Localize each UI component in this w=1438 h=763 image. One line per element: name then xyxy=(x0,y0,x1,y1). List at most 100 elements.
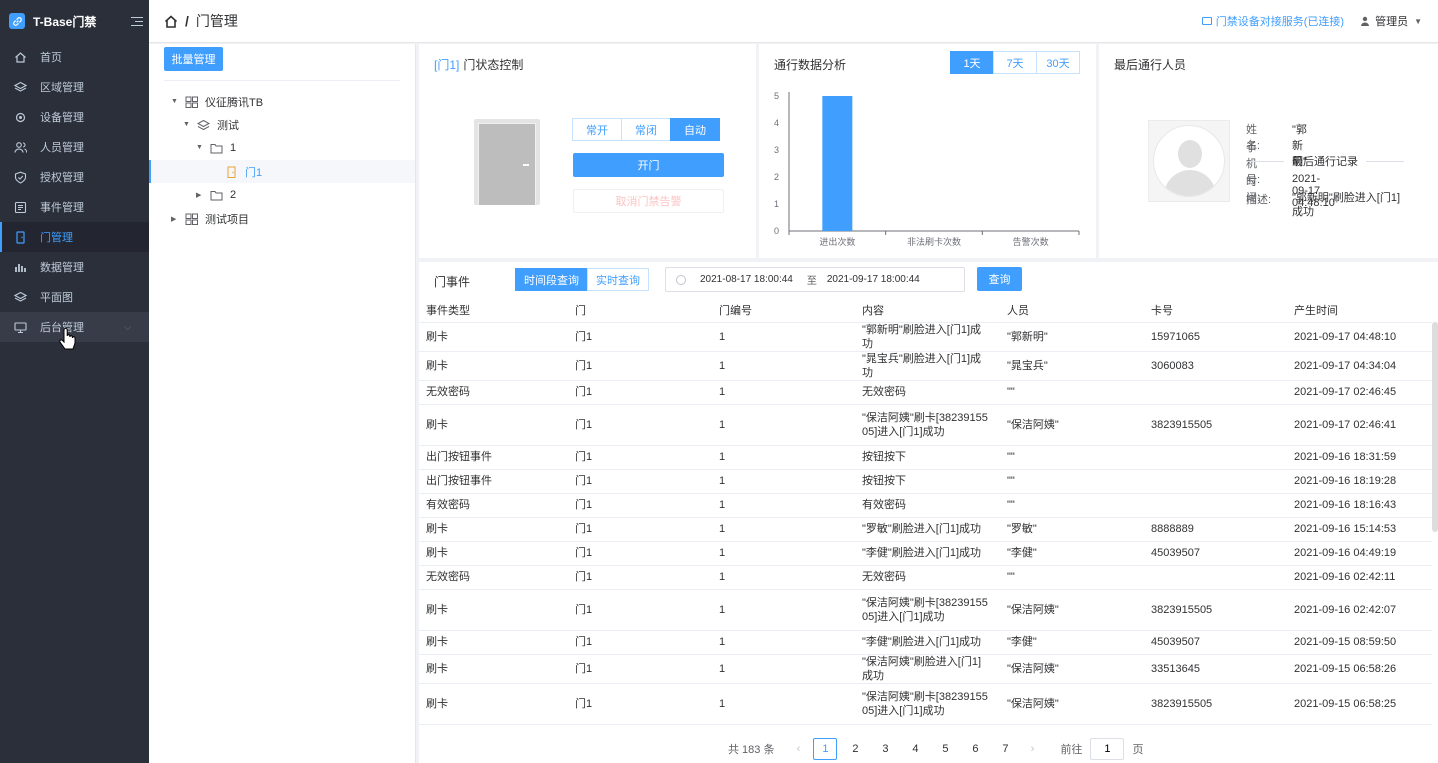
table-row[interactable]: 刷卡 门1 1 "保洁阿姨"刷脸进入[门1]成功 "保洁阿姨" 33513645 2021-… xyxy=(419,654,1432,684)
query-mode-button-0[interactable]: 时间段查询 xyxy=(515,268,588,291)
sidebar-item-7[interactable]: 数据管理 xyxy=(0,252,149,282)
door-mode-button-0[interactable]: 常开 xyxy=(572,118,622,141)
table-cell: 45039507 xyxy=(1144,541,1287,566)
tree-node-1[interactable]: ▼ 测试 xyxy=(149,113,415,136)
tree-node-5[interactable]: ▶ 测试项目 xyxy=(149,207,415,230)
table-cell: 3060083 xyxy=(1144,351,1287,381)
cell-text: 2021-09-16 02:42:07 xyxy=(1294,603,1397,616)
cell-text: 3060083 xyxy=(1151,359,1194,372)
table-cell: "保洁阿姨"刷卡[3823915505]进入[门1]成功 xyxy=(855,589,1000,631)
table-cell: 2021-09-15 08:59:50 xyxy=(1287,630,1432,655)
traffic-bar-chart: 0 1 2 3 4 5 进出次数 非法刷卡次数 告警次数 xyxy=(774,91,1080,247)
page-button-3[interactable]: 3 xyxy=(873,738,897,760)
column-header: 内容 xyxy=(855,299,1000,323)
door-tag: [门1] xyxy=(434,58,460,72)
cell-text: 2021-09-15 06:58:25 xyxy=(1294,697,1397,710)
user-menu[interactable]: 管理员 ▼ xyxy=(1360,13,1422,29)
caret-down-icon[interactable]: ▼ xyxy=(171,98,179,105)
total-count: 共 183 条 xyxy=(728,744,775,756)
sidebar-item-1[interactable]: 区域管理 xyxy=(0,72,149,102)
goto-page: 前往 页 xyxy=(1060,738,1143,760)
page-button-2[interactable]: 2 xyxy=(843,738,867,760)
tree-node-4[interactable]: ▶ 2 xyxy=(149,183,415,206)
table-scrollbar[interactable] xyxy=(1432,322,1438,532)
tree-node-3[interactable]: 门1 xyxy=(149,160,415,183)
table-cell: 无效密码 xyxy=(855,380,1000,405)
sidebar-item-8[interactable]: 平面图 xyxy=(0,282,149,312)
page-button-1[interactable]: 1 xyxy=(813,738,838,760)
menu-toggle-icon[interactable] xyxy=(131,16,143,26)
door-control-title: [门1] 门状态控制 xyxy=(434,56,523,73)
door-mode-button-2[interactable]: 自动 xyxy=(670,118,720,141)
table-row[interactable]: 无效密码 门1 1 无效密码 "" 2021-09-17 02:46:45 xyxy=(419,380,1432,405)
table-cell: 33513645 xyxy=(1144,654,1287,684)
table-row[interactable]: 有效密码 门1 1 有效密码 "" 2021-09-16 18:16:43 xyxy=(419,493,1432,518)
sidebar-item-0[interactable]: 首页 xyxy=(0,42,149,72)
cell-text: 33513645 xyxy=(1151,662,1200,675)
range-button-1[interactable]: 7天 xyxy=(993,51,1037,74)
table-cell: 门1 xyxy=(568,565,712,590)
table-cell: 1 xyxy=(712,469,855,494)
folder-icon xyxy=(210,142,223,154)
door-mode-button-1[interactable]: 常闭 xyxy=(621,118,671,141)
events-title: 门事件 xyxy=(434,275,471,289)
range-button-0[interactable]: 1天 xyxy=(950,51,994,74)
cell-text: 门1 xyxy=(575,571,593,583)
table-cell: 1 xyxy=(712,683,855,725)
table-cell: 1 xyxy=(712,404,855,446)
service-status[interactable]: 门禁设备对接服务(已连接) xyxy=(1201,13,1344,29)
batch-manage-button[interactable]: 批量管理 xyxy=(164,47,223,71)
table-cell: 1 xyxy=(712,517,855,542)
caret-down-icon[interactable]: ▼ xyxy=(183,121,191,128)
table-row[interactable]: 刷卡 门1 1 "保洁阿姨"刷卡[3823915505]进入[门1]成功 "保洁阿姨" 3… xyxy=(419,683,1432,725)
goto-page-input[interactable] xyxy=(1090,738,1125,760)
cell-text: 1 xyxy=(719,662,726,675)
table-row[interactable]: 刷卡 门1 1 "保洁阿姨"刷卡[3823915505]进入[门1]成功 "保洁阿姨" 3… xyxy=(419,404,1432,446)
table-cell: 1 xyxy=(712,565,855,590)
sidebar-item-3[interactable]: 人员管理 xyxy=(0,132,149,162)
caret-right-icon[interactable]: ▶ xyxy=(196,191,204,199)
table-row[interactable]: 无效密码 门1 1 无效密码 "" 2021-09-16 02:42:11 xyxy=(419,565,1432,590)
table-row[interactable]: 刷卡 门1 1 "罗敏"刷脸进入[门1]成功 "罗敏" 8888889 2021-09-16… xyxy=(419,517,1432,542)
table-cell: "" xyxy=(1000,380,1144,405)
range-button-2[interactable]: 30天 xyxy=(1036,51,1080,74)
table-cell: 门1 xyxy=(568,445,712,470)
prev-page-icon[interactable]: ‹ xyxy=(786,743,810,755)
open-door-button[interactable]: 开门 xyxy=(573,153,724,177)
tree-node-2[interactable]: ▼ 1 xyxy=(149,136,415,159)
cell-text: "李健" xyxy=(1007,547,1037,559)
page-button-6[interactable]: 6 xyxy=(963,738,987,760)
caret-down-icon[interactable]: ▼ xyxy=(196,144,204,151)
page-button-7[interactable]: 7 xyxy=(993,738,1017,760)
date-range-picker[interactable]: 2021-08-17 18:00:44 至 2021-09-17 18:00:4… xyxy=(665,267,965,292)
table-cell: "罗敏" xyxy=(1000,517,1144,542)
query-button[interactable]: 查询 xyxy=(977,267,1022,291)
table-cell: 刷卡 xyxy=(419,630,568,655)
cell-text: 1 xyxy=(719,571,726,583)
home-icon[interactable] xyxy=(164,14,178,28)
table-row[interactable]: 刷卡 门1 1 "李健"刷脸进入[门1]成功 "李健" 45039507 2021-09-1… xyxy=(419,541,1432,566)
cell-text: 1 xyxy=(719,603,726,616)
sidebar-item-2[interactable]: 设备管理 xyxy=(0,102,149,132)
table-row[interactable]: 刷卡 门1 1 "保洁阿姨"刷卡[3823915505]进入[门1]成功 "保洁阿姨" 3… xyxy=(419,589,1432,631)
table-row[interactable]: 出门按钮事件 门1 1 按钮按下 "" 2021-09-16 18:19:28 xyxy=(419,469,1432,494)
table-cell: 1 xyxy=(712,541,855,566)
table-cell: "李健"刷脸进入[门1]成功 xyxy=(855,541,1000,566)
sidebar-item-5[interactable]: 事件管理 xyxy=(0,192,149,222)
caret-right-icon[interactable]: ▶ xyxy=(171,215,179,223)
sidebar-item-4[interactable]: 授权管理 xyxy=(0,162,149,192)
cell-text: 门1 xyxy=(575,523,593,535)
sidebar-item-6[interactable]: 门管理 xyxy=(0,222,149,252)
next-page-icon[interactable]: › xyxy=(1020,743,1044,755)
table-row[interactable]: 刷卡 门1 1 "郭新明"刷脸进入[门1]成功 "郭新明" 15971065 2021-09… xyxy=(419,322,1432,352)
table-row[interactable]: 出门按钮事件 门1 1 按钮按下 "" 2021-09-16 18:31:59 xyxy=(419,445,1432,470)
tree-node-0[interactable]: ▼ 仪征腾讯TB xyxy=(149,90,415,113)
query-mode-button-1[interactable]: 实时查询 xyxy=(587,268,649,291)
cancel-alarm-button[interactable]: 取消门禁告警 xyxy=(573,189,724,213)
table-row[interactable]: 刷卡 门1 1 "李健"刷脸进入[门1]成功 "李健" 45039507 2021-09-1… xyxy=(419,630,1432,655)
cell-text: "郭新明"刷脸进入[门1]成功 xyxy=(862,323,982,350)
table-row[interactable]: 刷卡 门1 1 "晁宝兵"刷脸进入[门1]成功 "晁宝兵" 3060083 2021-09-… xyxy=(419,351,1432,381)
page-button-4[interactable]: 4 xyxy=(903,738,927,760)
cell-text: 1 xyxy=(719,475,726,487)
page-button-5[interactable]: 5 xyxy=(933,738,957,760)
